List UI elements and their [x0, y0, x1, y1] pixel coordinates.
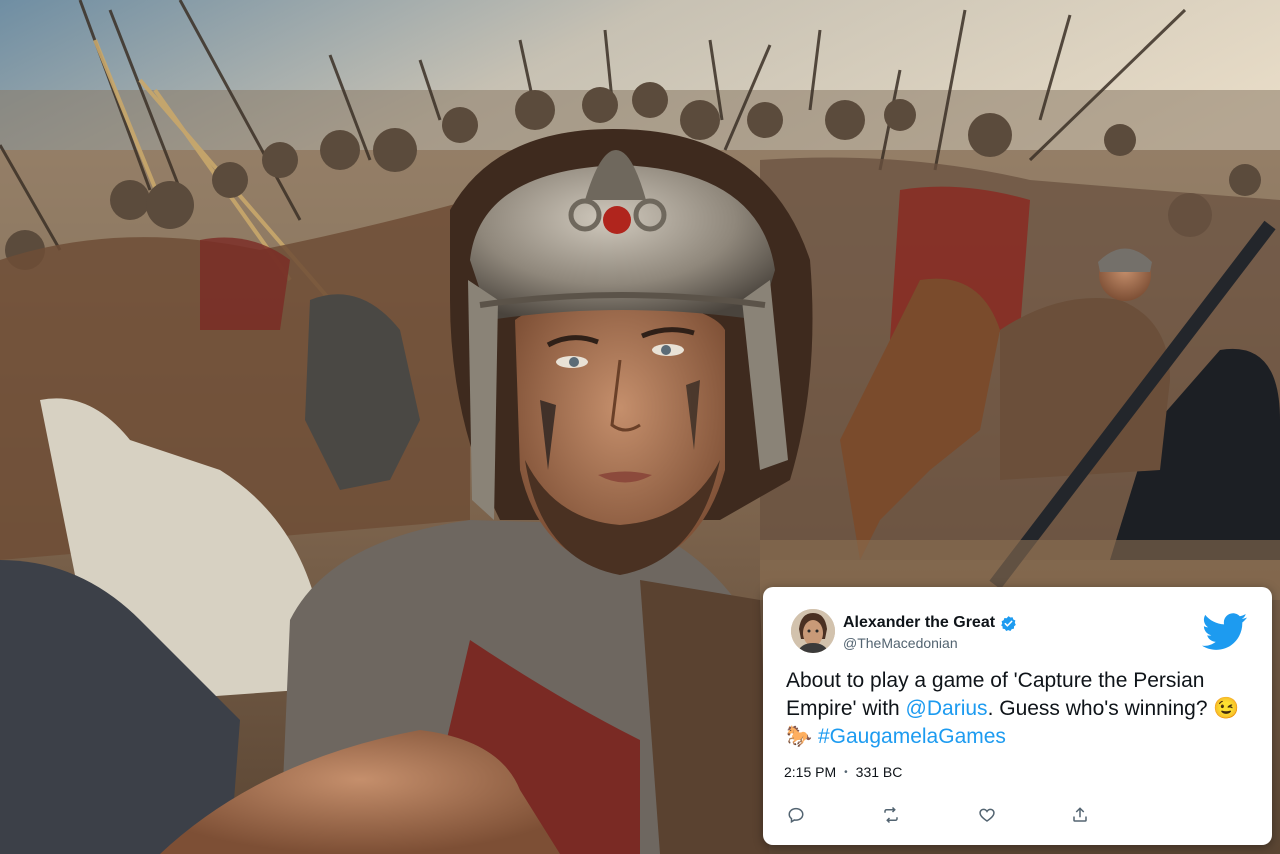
mention-link[interactable]: @Darius — [906, 697, 988, 720]
author-name[interactable]: Alexander the Great — [843, 614, 1017, 632]
twitter-bird-icon[interactable] — [1202, 613, 1248, 651]
tweet-date[interactable]: 331 BC — [856, 764, 903, 780]
author-name-text[interactable]: Alexander the Great — [843, 614, 995, 632]
hashtag-link[interactable]: #GaugamelaGames — [818, 725, 1006, 748]
reply-icon[interactable] — [782, 801, 810, 829]
tweet-card: Alexander the Great @TheMacedonian About… — [763, 587, 1272, 845]
tweet-actions — [763, 801, 1272, 831]
like-icon[interactable] — [973, 801, 1001, 829]
retweet-icon[interactable] — [877, 801, 905, 829]
author-handle[interactable]: @TheMacedonian — [843, 635, 958, 651]
share-icon[interactable] — [1066, 801, 1094, 829]
verified-badge-icon — [1000, 615, 1017, 632]
tweet-time[interactable]: 2:15 PM — [784, 764, 836, 780]
meta-separator: • — [844, 766, 848, 778]
tweet-meta: 2:15 PM • 331 BC — [784, 764, 902, 780]
author-avatar[interactable] — [791, 609, 835, 653]
tweet-body: About to play a game of 'Capture the Per… — [786, 667, 1256, 751]
